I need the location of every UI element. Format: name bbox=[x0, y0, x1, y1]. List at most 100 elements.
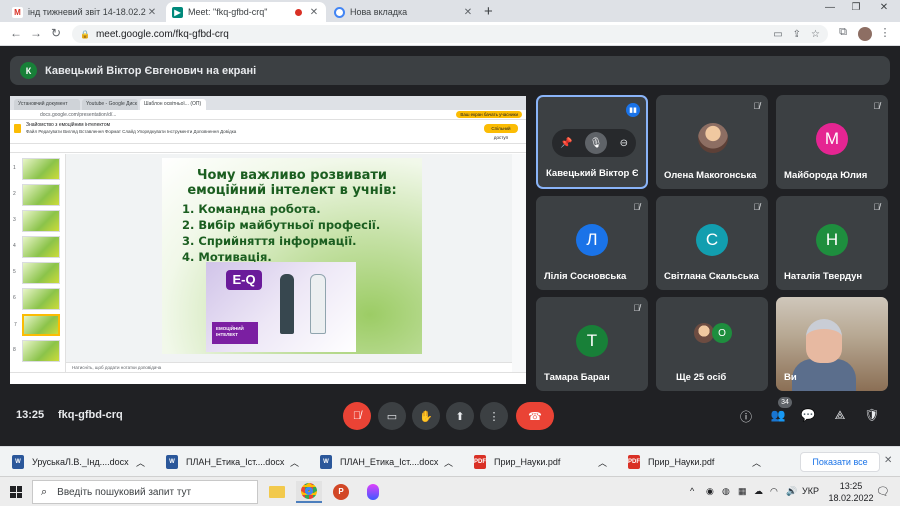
host-controls-icon[interactable]: 🛡 bbox=[864, 408, 880, 422]
chevron-up-icon[interactable]: ︿ bbox=[752, 453, 761, 471]
mic-off-icon: 🎙̸ bbox=[352, 410, 362, 422]
download-item[interactable]: W УруськаЛ.В._Інд....docx bbox=[12, 453, 129, 471]
present-screen-button[interactable]: ⬆ bbox=[446, 402, 474, 430]
screen-share-notice: Ваш екран бачать учасники bbox=[456, 111, 522, 118]
more-participants-label: Ще 25 осіб bbox=[676, 372, 727, 383]
address-bar[interactable]: 🔒 meet.google.com/fkq-gfbd-crq ▭ ⇪ ☆ bbox=[72, 25, 828, 43]
chevron-up-icon[interactable]: ︿ bbox=[444, 453, 453, 471]
url-text: meet.google.com/fkq-gfbd-crq bbox=[95, 28, 229, 40]
participant-name: Ви bbox=[784, 372, 797, 383]
minimize-button[interactable]: — bbox=[820, 2, 840, 13]
bookmark-star-icon[interactable]: ☆ bbox=[811, 29, 820, 40]
camera-in-use-icon[interactable]: ▭ bbox=[773, 29, 782, 40]
tray-app-icon[interactable]: ◉ bbox=[706, 486, 714, 497]
file-explorer-icon[interactable] bbox=[264, 481, 290, 503]
mic-off-icon: 🎙̸ bbox=[873, 202, 880, 212]
app-drop-icon[interactable] bbox=[360, 481, 386, 503]
speaking-indicator-icon: ▮▮ bbox=[626, 103, 640, 117]
chat-icon[interactable]: 💬 bbox=[800, 408, 816, 422]
shared-browser-tabs: Установчий документ Youtube - Google Дис… bbox=[10, 96, 526, 110]
search-icon: ⌕ bbox=[41, 485, 48, 498]
person-figure bbox=[280, 274, 294, 334]
profile-avatar[interactable] bbox=[858, 27, 872, 41]
chevron-up-icon[interactable]: ︿ bbox=[136, 453, 145, 471]
participant-avatar: М bbox=[816, 123, 848, 155]
browser-tab-new[interactable]: Нова вкладка ✕ bbox=[328, 2, 480, 22]
forward-arrow-icon[interactable]: → bbox=[28, 26, 44, 40]
raise-hand-button[interactable]: ✋ bbox=[412, 402, 440, 430]
participant-tile[interactable]: 🎙̸ Н Наталія Твердун bbox=[776, 196, 888, 290]
slide-list-item: 2. Вибір майбутньої професії. bbox=[182, 218, 381, 232]
close-shelf-icon[interactable]: ✕ bbox=[884, 455, 892, 466]
close-tab-icon[interactable]: ✕ bbox=[146, 7, 158, 18]
participant-tile[interactable]: ▮▮ 📌 🎙 ⊖ Кавецький Віктор Є... bbox=[536, 95, 648, 189]
maximize-button[interactable]: ❐ bbox=[846, 2, 866, 13]
participant-tile[interactable]: 🎙̸ С Світлана Скальська bbox=[656, 196, 768, 290]
participant-tile[interactable]: 🎙̸ Л Лілія Сосновська bbox=[536, 196, 648, 290]
browser-menu-icon[interactable]: ⋮ bbox=[878, 26, 892, 39]
chevron-up-icon[interactable]: ︿ bbox=[290, 453, 299, 471]
activities-icon[interactable]: ⟁ bbox=[832, 408, 848, 423]
chrome-icon bbox=[334, 6, 345, 18]
shared-tab: Установчий документ bbox=[14, 99, 80, 110]
clock-time: 13:25 bbox=[839, 481, 863, 491]
browser-tab-gmail[interactable]: M інд тижневий звіт 14-18.02.2022 ✕ bbox=[6, 2, 164, 22]
current-slide: Чому важливо розвивати емоційний інтелек… bbox=[162, 158, 422, 354]
speaker-notes: Натисніть, щоб додати нотатки доповідача bbox=[66, 362, 512, 372]
windows-start-icon[interactable] bbox=[10, 486, 22, 498]
tray-app-icon[interactable]: ◍ bbox=[722, 486, 730, 497]
pin-icon[interactable]: 📌 bbox=[560, 138, 572, 149]
language-indicator[interactable]: УКР bbox=[802, 486, 819, 496]
download-item[interactable]: PDF Прир_Науки.pdf bbox=[474, 453, 560, 471]
notification-icon[interactable]: 🗨 bbox=[876, 485, 890, 498]
more-participants-tile[interactable]: О Ще 25 осіб bbox=[656, 297, 768, 391]
participant-tile[interactable]: 🎙̸ М Майборода Юлия bbox=[776, 95, 888, 189]
camera-toggle-button[interactable]: ▭ bbox=[378, 402, 406, 430]
person-figure bbox=[310, 274, 326, 334]
word-file-icon: W bbox=[320, 455, 332, 469]
mic-off-icon: 🎙̸ bbox=[753, 101, 760, 111]
mic-toggle-button[interactable]: 🎙̸ bbox=[343, 402, 371, 430]
taskbar-search-box[interactable]: ⌕ Введіть пошуковий запит тут bbox=[32, 480, 258, 504]
volume-icon[interactable]: 🔊 bbox=[786, 486, 797, 497]
new-tab-button[interactable]: + bbox=[484, 3, 493, 20]
tray-chevron-icon[interactable]: ^ bbox=[690, 486, 694, 496]
back-arrow-icon[interactable]: ← bbox=[8, 26, 24, 40]
people-icon[interactable]: 👥 bbox=[770, 408, 786, 422]
presenter-avatar: К bbox=[20, 62, 37, 79]
download-item[interactable]: W ПЛАН_Етика_Іст....docx bbox=[166, 453, 284, 471]
more-options-button[interactable]: ⋮ bbox=[480, 402, 508, 430]
word-file-icon: W bbox=[166, 455, 178, 469]
download-item[interactable]: PDF Прир_Науки.pdf bbox=[628, 453, 714, 471]
self-video-face bbox=[806, 319, 842, 363]
chrome-taskbar-icon[interactable] bbox=[296, 481, 322, 503]
slide-heading: Чому важливо розвивати емоційний інтелек… bbox=[187, 168, 397, 198]
participant-tile[interactable]: 🎙̸ Олена Макогонська bbox=[656, 95, 768, 189]
meeting-details-icon[interactable]: ⓘ bbox=[738, 408, 754, 425]
word-file-icon: W bbox=[12, 455, 24, 469]
leave-call-button[interactable]: ☎ bbox=[516, 402, 554, 430]
tab-title: Meet: "fkq-gfbd-crq" bbox=[188, 7, 268, 17]
shared-tab: Youtube - Google Диск bbox=[82, 99, 138, 110]
close-tab-icon[interactable]: ✕ bbox=[462, 7, 474, 18]
self-video-tile[interactable]: Ви bbox=[776, 297, 888, 391]
show-all-downloads-button[interactable]: Показати все bbox=[800, 452, 880, 472]
mic-muted-icon[interactable]: 🎙 bbox=[585, 132, 608, 154]
share-icon[interactable]: ⇪ bbox=[793, 29, 801, 40]
close-window-button[interactable]: ✕ bbox=[874, 2, 894, 13]
taskbar-clock[interactable]: 13:25 18.02.2022 bbox=[826, 480, 876, 504]
cloud-icon[interactable]: ☁ bbox=[754, 486, 763, 497]
tray-app-icon[interactable]: ▦ bbox=[738, 486, 747, 497]
participant-tile[interactable]: 🎙̸ Т Тамара Баран bbox=[536, 297, 648, 391]
chevron-up-icon[interactable]: ︿ bbox=[598, 453, 607, 471]
browser-tab-meet[interactable]: ▶ Meet: "fkq-gfbd-crq" ✕ bbox=[166, 2, 326, 22]
extensions-icon[interactable]: ⧉ bbox=[836, 26, 850, 39]
download-item[interactable]: W ПЛАН_Етика_Іст....docx bbox=[320, 453, 438, 471]
reload-icon[interactable]: ↻ bbox=[48, 26, 64, 40]
slides-doc-title: Знайомство з емоційним інтелектом bbox=[26, 122, 111, 128]
wifi-icon[interactable]: ◠ bbox=[770, 486, 778, 497]
shared-screen[interactable]: Установчий документ Youtube - Google Дис… bbox=[10, 96, 526, 384]
remove-icon[interactable]: ⊖ bbox=[620, 138, 628, 149]
powerpoint-icon[interactable]: P bbox=[328, 481, 354, 503]
close-tab-icon[interactable]: ✕ bbox=[308, 7, 320, 18]
